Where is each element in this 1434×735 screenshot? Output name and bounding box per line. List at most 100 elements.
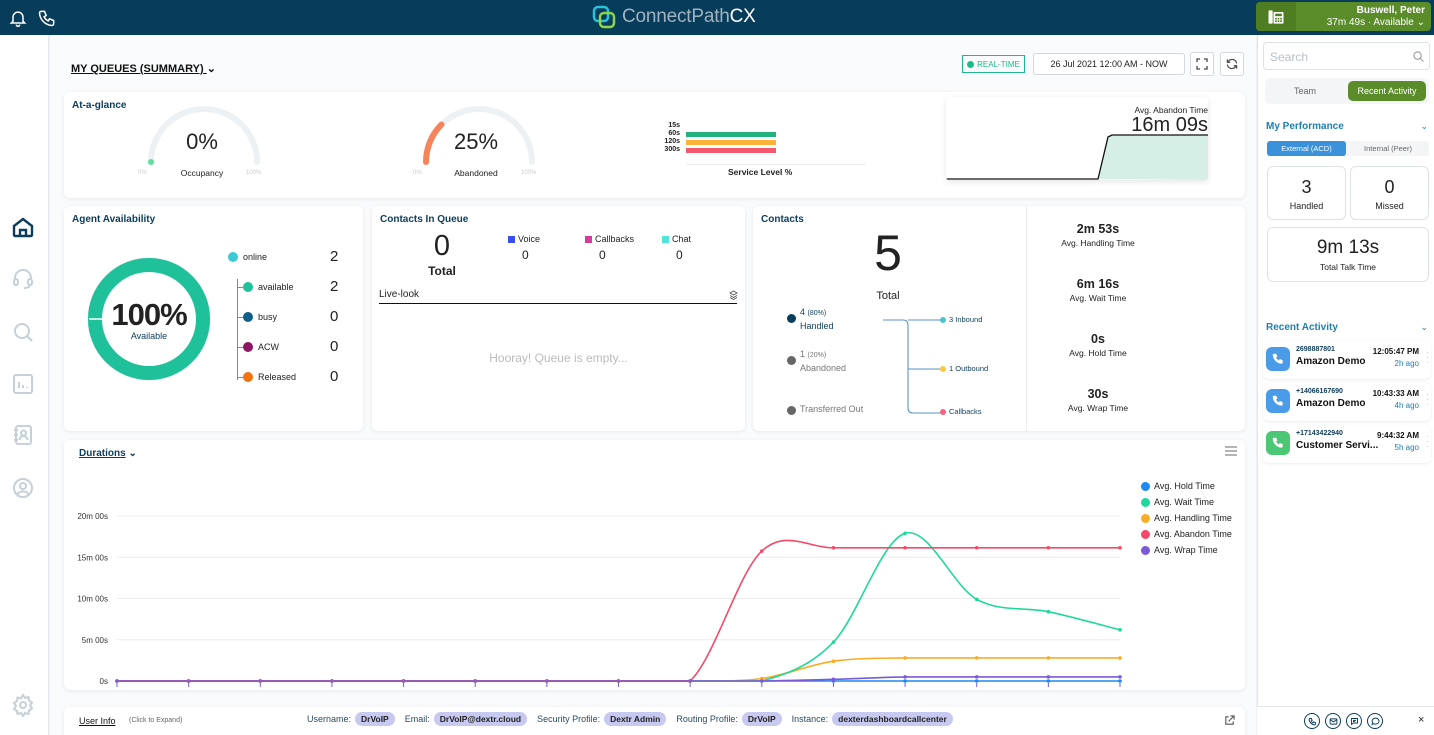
- more-options-icon[interactable]: · · ·: [1426, 432, 1429, 452]
- data-point: [831, 677, 836, 682]
- chevron-down-icon[interactable]: ⌄: [1420, 121, 1428, 132]
- at-a-glance-card: At-a-glance 0% Occupancy 0% 100% 25% Aba…: [64, 92, 1245, 198]
- right-panel: Search Team Recent Activity My Performan…: [1257, 35, 1434, 735]
- series-avg-abandon-time: [115, 539, 1122, 683]
- data-point: [974, 679, 979, 683]
- data-point: [1046, 545, 1051, 550]
- series-avg-wait-time: [115, 531, 1122, 683]
- user-info-field: Email: DrVoIP@dextr.cloud: [405, 712, 528, 726]
- email-icon: [1329, 717, 1337, 725]
- service-level-bar: [686, 148, 776, 153]
- date-range-picker[interactable]: 26 Jul 2021 12:00 AM - NOW: [1033, 53, 1185, 75]
- email-button[interactable]: [1325, 713, 1341, 729]
- tab-team[interactable]: Team: [1269, 81, 1341, 101]
- user-info-value: DrVoIP: [741, 712, 782, 726]
- transferred-stat: Transferred Out: [800, 404, 864, 414]
- left-nav: [0, 35, 49, 735]
- more-options-icon[interactable]: · · ·: [1426, 390, 1429, 410]
- user-info-field: Routing Profile: DrVoIP: [676, 712, 782, 726]
- headset-icon[interactable]: [11, 266, 35, 290]
- logo-mark-icon: [592, 5, 616, 29]
- agent-state-dot: [243, 342, 253, 352]
- abandoned-stat: 1 (20%) Abandoned: [800, 349, 847, 373]
- data-point: [759, 679, 764, 683]
- legend-item[interactable]: Avg. Hold Time: [1141, 481, 1215, 491]
- contacts-book-icon[interactable]: [11, 423, 35, 447]
- communication-bar: ×: [1257, 706, 1434, 735]
- user-info-toggle[interactable]: User Info: [79, 716, 116, 726]
- service-level-bar: [686, 140, 776, 145]
- bell-icon[interactable]: [8, 8, 28, 28]
- phone-icon[interactable]: [37, 8, 57, 28]
- contacts-total-label: Total: [876, 290, 900, 302]
- phone-icon: [1266, 431, 1290, 455]
- fullscreen-button[interactable]: [1190, 52, 1214, 76]
- talk-time-box: 9m 13s Total Talk Time: [1267, 227, 1429, 282]
- data-point: [831, 640, 836, 645]
- search-input[interactable]: Search: [1263, 42, 1430, 70]
- legend-item[interactable]: Avg. Abandon Time: [1141, 529, 1232, 539]
- card-title: Agent Availability: [72, 214, 156, 225]
- legend-item[interactable]: Avg. Handling Time: [1141, 513, 1232, 523]
- data-point: [1046, 675, 1051, 679]
- close-icon[interactable]: ×: [1418, 714, 1424, 726]
- external-link-icon[interactable]: [1224, 715, 1235, 726]
- chat-button[interactable]: [1367, 713, 1383, 729]
- user-info-label: Instance:: [791, 714, 829, 724]
- more-options-icon[interactable]: · · ·: [1426, 348, 1429, 368]
- queue-selector[interactable]: MY QUEUES (SUMMARY) ⌄: [71, 62, 216, 75]
- contact-breakdown-item: 1 Outbound: [940, 364, 988, 373]
- occupancy-label: Occupancy: [180, 168, 224, 178]
- user-info-hint: (Click to Expand): [129, 717, 183, 724]
- channel-count: 0: [676, 248, 683, 262]
- tab-recent-activity[interactable]: Recent Activity: [1348, 81, 1426, 101]
- settings-icon[interactable]: [11, 693, 35, 717]
- realtime-badge[interactable]: REAL-TIME: [962, 55, 1025, 73]
- tab-internal-peer[interactable]: Internal (Peer): [1347, 141, 1429, 156]
- user-info-bar[interactable]: User Info (Click to Expand) Username: DrV…: [64, 707, 1245, 735]
- legend-swatch: [1141, 513, 1150, 523]
- legend-label: Avg. Abandon Time: [1154, 529, 1232, 539]
- y-tick-label: 20m 00s: [77, 512, 108, 521]
- occupancy-value: 0%: [186, 129, 218, 154]
- legend-item[interactable]: Avg. Wrap Time: [1141, 545, 1218, 555]
- contacts-tree-lines: [883, 319, 941, 414]
- abandoned-label: Abandoned: [454, 168, 498, 178]
- user-status: 37m 49s · Available: [1326, 17, 1414, 28]
- chevron-down-icon[interactable]: ⌄: [1420, 322, 1428, 333]
- series-line: [117, 532, 1121, 682]
- reports-icon[interactable]: [11, 372, 35, 396]
- missed-box: 0 Missed: [1350, 166, 1429, 220]
- agent-state-count: 2: [330, 278, 339, 295]
- sms-button[interactable]: [1346, 713, 1362, 729]
- channel-color-swatch: [508, 235, 515, 243]
- call-button[interactable]: [1304, 713, 1320, 729]
- y-tick-label: 5m 00s: [82, 636, 108, 645]
- tab-external-acd[interactable]: External (ACD): [1267, 141, 1346, 156]
- agent-status-dropdown[interactable]: Buswell, Peter 37m 49s · Available ⌄: [1256, 2, 1431, 31]
- activity-time: 12:05:47 PM: [1372, 347, 1419, 356]
- home-icon[interactable]: [11, 215, 35, 239]
- refresh-button[interactable]: [1220, 52, 1244, 76]
- card-title: Contacts In Queue: [380, 214, 469, 225]
- agent-state-label: available: [258, 282, 294, 292]
- channel-legend: Voice: [508, 234, 540, 244]
- handled-dot: [787, 314, 796, 323]
- agent-state-count: 0: [330, 338, 339, 355]
- breakdown-dot: [940, 365, 946, 372]
- recent-activity-item[interactable]: +14066167690 Amazon Demo 10:43:33 AM 4h ago…: [1263, 383, 1431, 421]
- data-point: [974, 597, 979, 602]
- gauge-max: 100%: [246, 170, 262, 176]
- activity-ago: 4h ago: [1394, 401, 1419, 410]
- legend-item[interactable]: Avg. Wait Time: [1141, 497, 1214, 507]
- y-tick-label: 15m 00s: [77, 553, 108, 562]
- gauge-min: 0%: [138, 170, 147, 176]
- data-point: [831, 545, 836, 550]
- recent-activity-item[interactable]: +17143422940 Customer Servi... 9:44:32 AM 5…: [1263, 425, 1431, 463]
- recent-activity-item[interactable]: 2698887801 Amazon Demo 12:05:47 PM 2h ago · …: [1263, 341, 1431, 379]
- user-info-label: Security Profile:: [537, 714, 601, 724]
- search-icon[interactable]: [11, 320, 35, 344]
- layers-icon[interactable]: [729, 290, 738, 300]
- series-line: [117, 539, 1120, 682]
- user-profile-icon[interactable]: [11, 476, 35, 500]
